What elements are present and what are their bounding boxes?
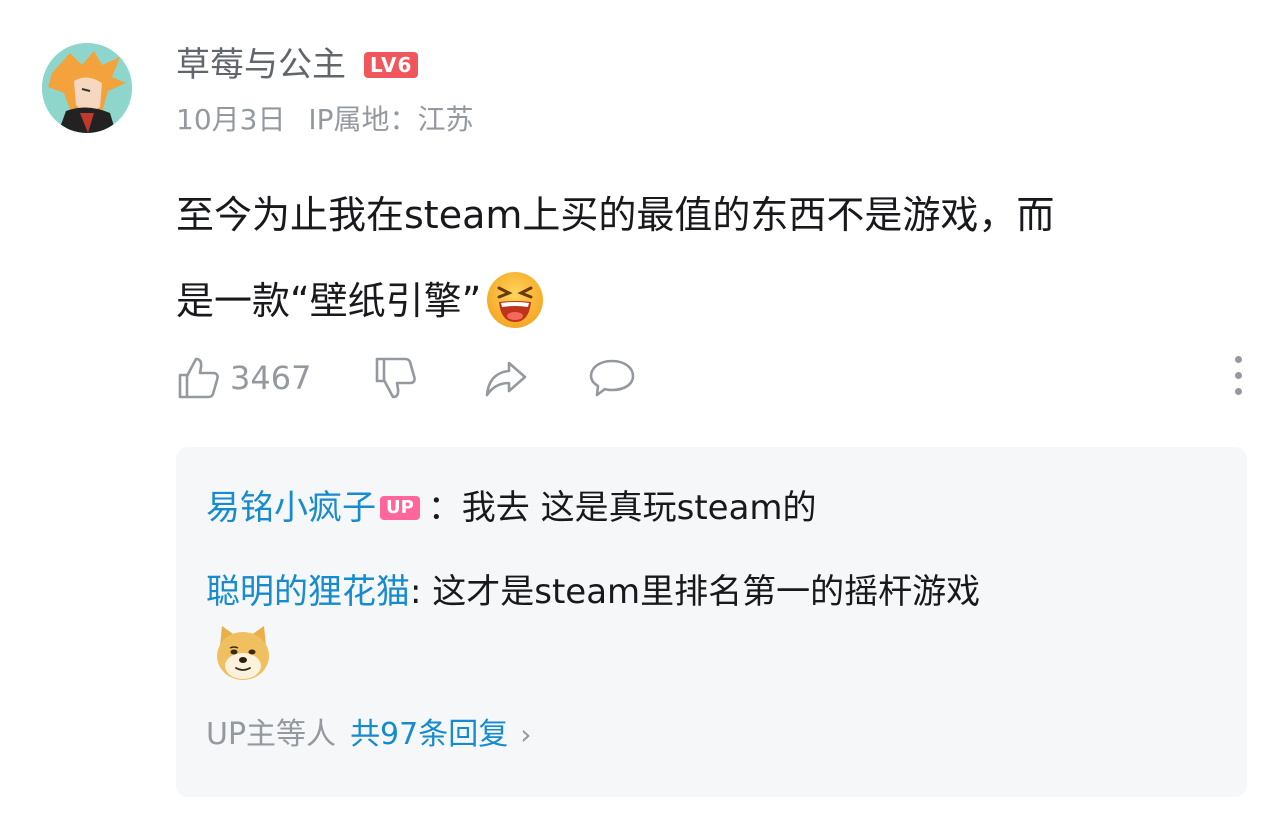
dislike-button[interactable] — [373, 355, 419, 401]
reply-text: : 这才是steam里排名第一的摇杆游戏 — [410, 572, 981, 612]
reply-author[interactable]: 聪明的狸花猫 — [206, 569, 410, 615]
like-count: 3467 — [230, 359, 312, 397]
up-badge: UP — [380, 496, 420, 520]
reply-item-1[interactable]: 易铭小疯子 UP ：我去 这是真玩steam的 — [206, 485, 817, 531]
view-all-replies[interactable]: UP主等人 共97条回复 › — [206, 715, 531, 755]
doge-emoji-icon — [217, 626, 269, 680]
more-options-icon[interactable] — [1235, 356, 1242, 395]
avatar[interactable] — [42, 43, 132, 133]
level-badge: LV6 — [364, 52, 419, 78]
reply-text: ：我去 这是真玩steam的 — [427, 488, 817, 528]
comment-text-line-2: 是一款“壁纸引擎” — [176, 258, 1236, 344]
laughing-emoji-icon — [487, 271, 544, 328]
reply-preview-box[interactable]: 易铭小疯子 UP ：我去 这是真玩steam的 聪明的狸花猫 : 这才是stea… — [176, 447, 1247, 797]
comment-text-line-1: 至今为止我在steam上买的最值的东西不是游戏，而 — [176, 193, 1055, 237]
reply-summary-prefix: UP主等人 — [206, 717, 337, 752]
reply-count-link[interactable]: 共97条回复 — [350, 715, 508, 755]
comment-date: 10月3日 — [176, 103, 286, 136]
comment-bubble-icon — [590, 359, 635, 397]
comment-text: 至今为止我在steam上买的最值的东西不是游戏，而 是一款“壁纸引擎” — [176, 172, 1236, 344]
ip-location: IP属地：江苏 — [308, 103, 474, 136]
share-icon — [486, 361, 527, 397]
comment-text-line-2-text: 是一款“壁纸引擎” — [176, 279, 482, 323]
comment-meta: 10月3日 IP属地：江苏 — [176, 100, 474, 140]
reply-button[interactable] — [587, 355, 637, 401]
like-button[interactable]: 3467 — [176, 355, 311, 401]
reply-author[interactable]: 易铭小疯子 — [206, 485, 376, 531]
comment-actions: 3467 — [176, 352, 1244, 404]
reply-item-2[interactable]: 聪明的狸花猫 : 这才是steam里排名第一的摇杆游戏 — [206, 569, 980, 615]
username[interactable]: 草莓与公主 — [176, 42, 346, 88]
chevron-right-icon: › — [520, 718, 532, 751]
thumbs-down-icon — [376, 357, 417, 399]
share-button[interactable] — [481, 355, 531, 401]
thumbs-up-icon — [178, 357, 219, 399]
